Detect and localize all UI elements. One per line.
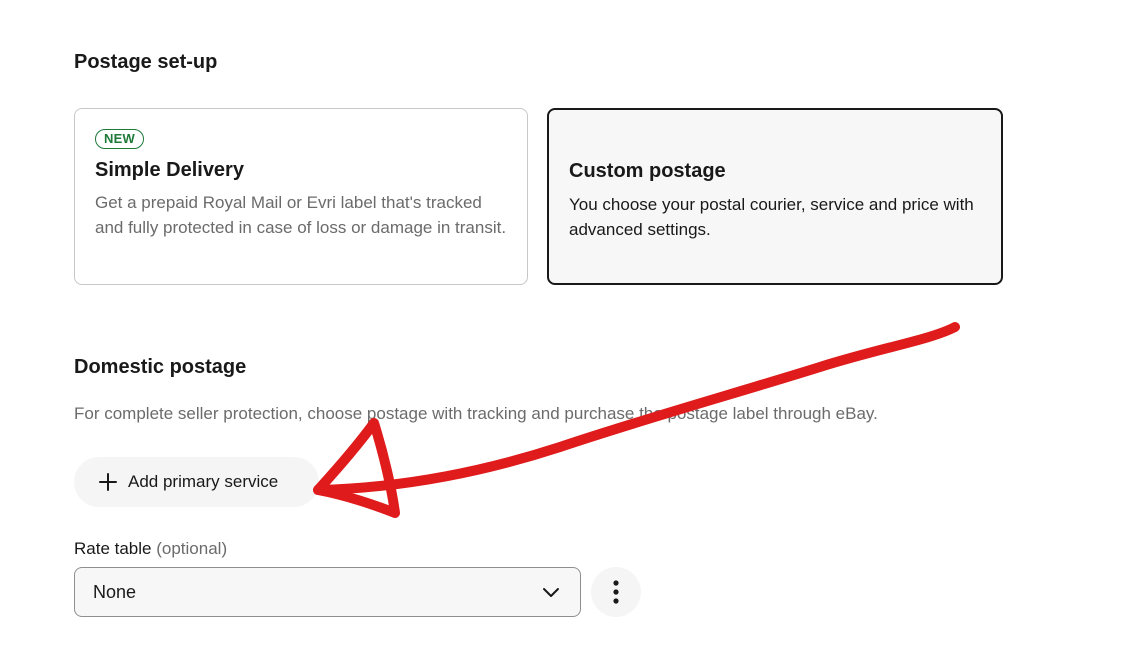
rate-table-value: None (93, 581, 137, 602)
custom-postage-option[interactable]: Custom postage You choose your postal co… (547, 108, 1003, 285)
domestic-postage-heading: Domestic postage (74, 356, 247, 378)
rate-table-select[interactable]: None (74, 567, 581, 617)
simple-delivery-title: Simple Delivery (95, 159, 244, 181)
rate-table-more-button[interactable] (591, 567, 641, 617)
simple-delivery-option[interactable]: NEW Simple Delivery Get a prepaid Royal … (74, 108, 528, 285)
simple-delivery-description: Get a prepaid Royal Mail or Evri label t… (95, 193, 507, 237)
custom-postage-description: You choose your postal courier, service … (569, 195, 974, 239)
postage-page: Postage set-up NEW Simple Delivery Get a… (0, 0, 1146, 661)
add-primary-service-label: Add primary service (128, 472, 279, 491)
more-vertical-icon (613, 580, 619, 604)
new-badge: NEW (95, 129, 144, 149)
custom-postage-title: Custom postage (569, 160, 726, 182)
red-arrow-annotation (313, 322, 960, 518)
chevron-down-icon (543, 588, 559, 597)
rate-table-optional: (optional) (156, 539, 228, 558)
domestic-postage-subtext: For complete seller protection, choose p… (74, 404, 878, 423)
add-primary-service-button[interactable]: Add primary service (74, 457, 319, 507)
rate-table-label: Rate table (optional) (74, 539, 227, 559)
postage-setup-heading: Postage set-up (74, 51, 218, 73)
plus-icon (99, 473, 117, 491)
rate-table-label-text: Rate table (74, 539, 152, 558)
